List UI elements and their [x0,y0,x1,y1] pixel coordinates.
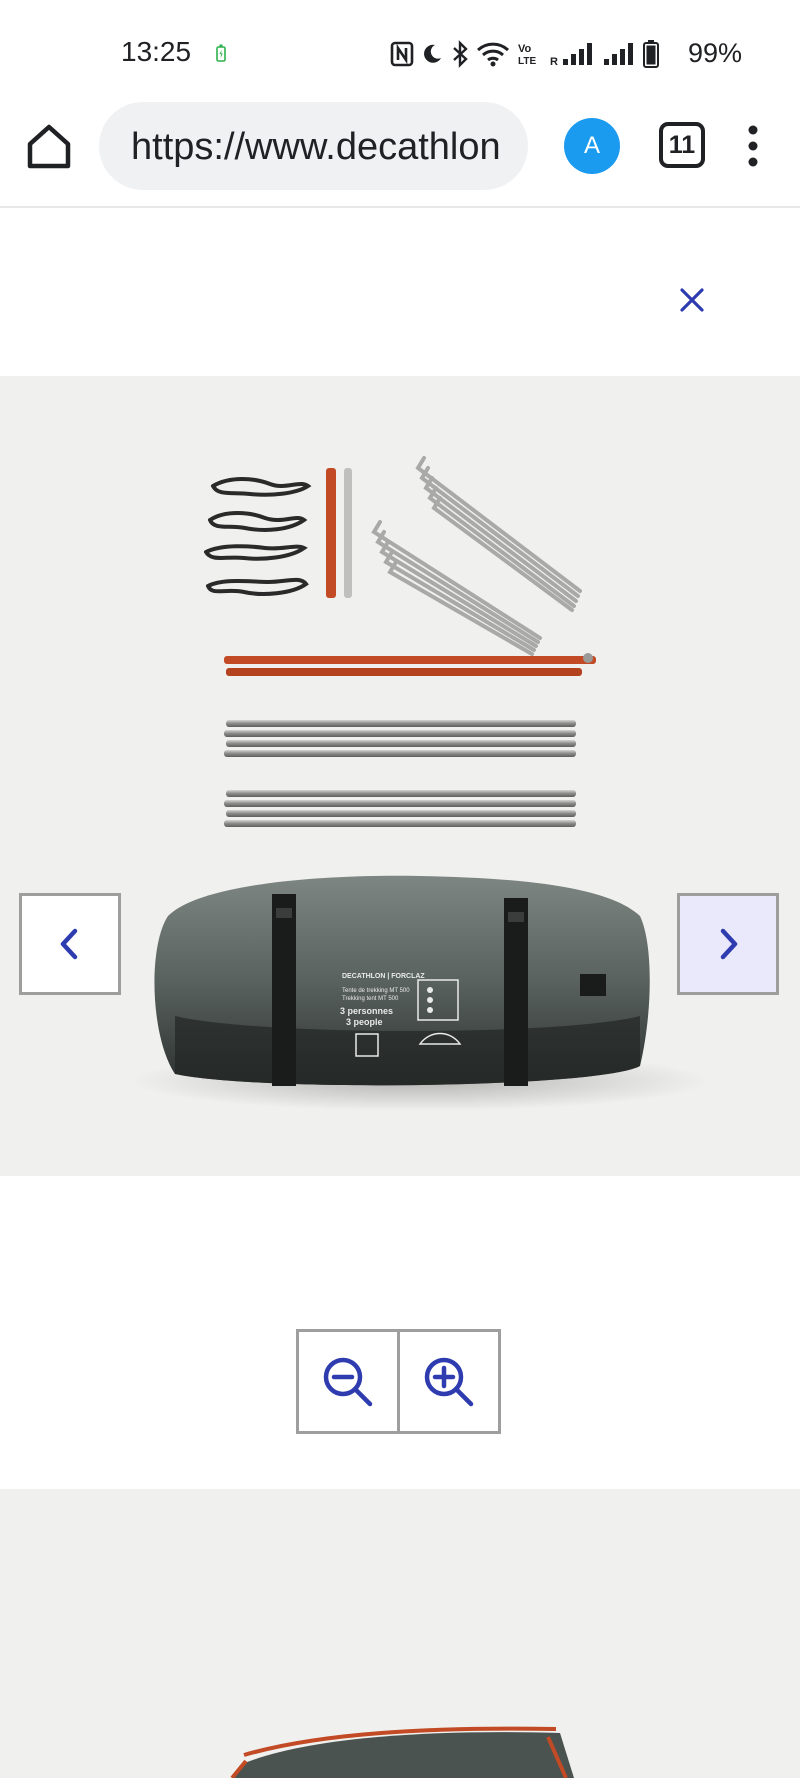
product-image-viewer: DECATHLON | FORCLAZ Tente de trekking MT… [0,376,800,1176]
previous-image-button[interactable] [19,893,121,995]
bag-line2: Trekking tent MT 500 [342,996,399,1002]
zoom-out-icon [323,1357,373,1406]
close-icon [680,288,704,312]
svg-text:R: R [550,56,558,67]
status-time: 13:25 [121,36,192,67]
account-avatar[interactable]: A [564,118,620,174]
next-product-image [0,1489,800,1778]
bag-brand: DECATHLON | FORCLAZ [342,973,425,980]
nfc-icon [390,41,414,67]
zoom-controls [296,1329,503,1434]
signal-icon [604,43,633,65]
svg-text:Vo: Vo [518,43,532,55]
tent-contents-image: DECATHLON | FORCLAZ Tente de trekking MT… [130,456,710,1111]
do-not-disturb-moon-icon [424,44,441,63]
tent-stakes [371,456,582,656]
bluetooth-icon [453,40,468,68]
next-image-button[interactable] [677,893,779,995]
bag-line1: Tente de trekking MT 500 [342,988,410,994]
bag-text2: 3 people [346,1017,383,1027]
wifi-icon [476,42,510,67]
chevron-right-icon [720,928,738,960]
close-button[interactable] [672,280,712,320]
address-bar[interactable]: https://www.decathlon [99,102,528,190]
volte-icon: Vo LTE [518,43,536,67]
tent-pitched-image [230,1726,574,1778]
zoom-in-icon [424,1357,474,1406]
zoom-in-button[interactable] [397,1329,501,1434]
more-menu-icon[interactable] [744,124,762,168]
signal-r-icon: R [550,43,592,67]
status-icons: Vo LTE R [390,36,660,72]
url-text: https://www.decathlon [131,126,501,168]
guy-ropes [204,477,312,596]
chevron-left-icon [60,928,78,960]
tab-switcher-button[interactable]: 11 [659,122,705,168]
charging-icon [216,44,226,62]
zoom-out-button[interactable] [296,1329,400,1434]
home-icon[interactable] [24,122,74,172]
svg-text:LTE: LTE [518,56,536,67]
status-bar: 13:25 Vo LTE R 99% [0,0,800,100]
bag-text1: 3 personnes [340,1006,393,1016]
battery-percent: 99% [688,38,743,68]
browser-toolbar: https://www.decathlon A 11 [0,100,800,208]
battery-icon [643,40,659,68]
